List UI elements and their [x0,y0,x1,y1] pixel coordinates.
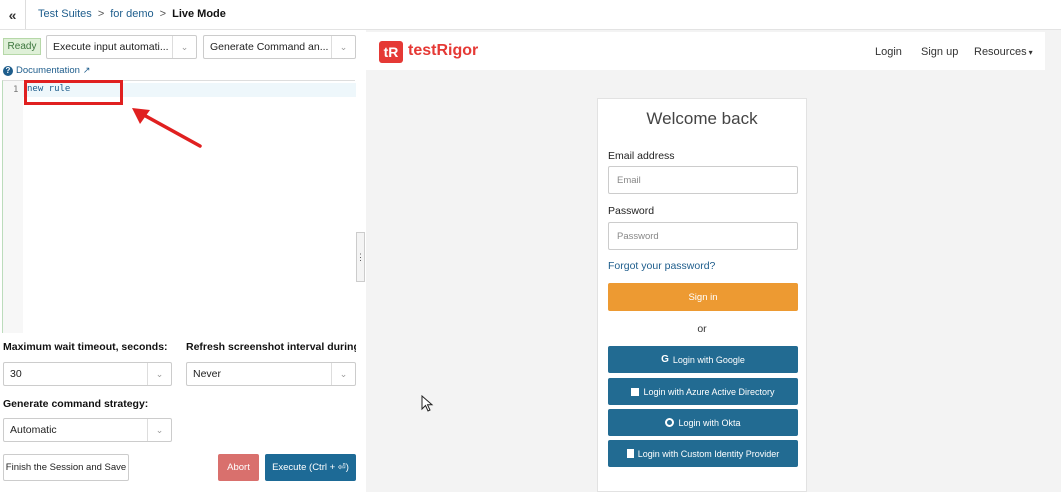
welcome-title: Welcome back [646,109,758,128]
chevron-down-icon: ⌄ [331,363,355,385]
max-wait-value: 30 [10,368,22,380]
collapse-sidebar-button[interactable]: « [0,0,26,29]
login-custom-label: Login with Custom Identity Provider [637,448,780,459]
external-link-icon: ↗ [82,65,91,75]
annotation-highlight-box [24,80,123,105]
documentation-link[interactable]: ? Documentation ↗ [3,65,90,76]
execution-mode-value: Execute input automati... [53,41,169,53]
breadcrumb-for-demo[interactable]: for demo [110,8,153,20]
nav-resources-label: Resources [974,46,1027,58]
strategy-value: Automatic [10,424,57,436]
abort-button[interactable]: Abort [218,454,259,481]
help-icon: ? [3,65,13,76]
or-divider: or [697,323,707,335]
nav-resources-dropdown[interactable]: Resources ▾ [974,46,1033,58]
preview-scrollbar[interactable] [1045,30,1061,492]
browser-preview: tR testRigor Login Sign up Resources ▾ We… [366,30,1061,492]
top-bar: « Test Suites > for demo > Live Mode [0,0,1061,30]
refresh-interval-label: Refresh screenshot interval during i... [186,341,356,353]
annotation-arrow-icon [132,108,202,148]
max-wait-label: Maximum wait timeout, seconds: [3,341,168,353]
login-azure-label: Login with Azure Active Directory [643,386,775,397]
logo-text: testRigor [408,42,479,59]
site-navbar: tR testRigor Login Sign up Resources ▾ [366,32,1045,70]
generate-command-value: Generate Command an... [210,41,329,53]
chevron-down-icon: ⌄ [147,363,171,385]
chevron-down-icon: ⌄ [147,419,171,441]
line-number: 1 [13,85,19,95]
sign-in-button[interactable]: Sign in [608,283,798,311]
password-label: Password [608,205,655,217]
testrigor-logo-icon: tR [379,41,403,63]
double-chevron-left-icon: « [8,6,17,23]
login-card: Welcome back Email address Password Forg… [597,98,807,492]
panel-resize-handle[interactable]: ⋮ [356,232,365,282]
chevron-down-icon: ⌄ [331,36,355,58]
strategy-select[interactable]: Automatic ⌄ [3,418,172,442]
breadcrumb-separator: > [97,8,105,20]
status-badge: Ready [3,38,41,55]
login-azure-button[interactable]: Login with Azure Active Directory [608,378,798,405]
refresh-interval-select[interactable]: Never ⌄ [186,362,356,386]
forgot-password-link[interactable]: Forgot your password? [608,260,715,272]
login-custom-idp-button[interactable]: Login with Custom Identity Provider [608,440,798,467]
execution-mode-select[interactable]: Execute input automati... ⌄ [46,35,197,59]
breadcrumb: Test Suites > for demo > Live Mode [38,8,226,20]
google-icon: G [661,354,669,365]
finish-session-button[interactable]: Finish the Session and Save [3,454,129,481]
login-google-button[interactable]: G Login with Google [608,346,798,373]
chevron-down-icon: ⌄ [172,36,196,58]
live-mode-panel: Ready Execute input automati... ⌄ Genera… [0,30,360,492]
documentation-label: Documentation [16,65,80,76]
login-google-label: Login with Google [672,354,745,365]
breadcrumb-test-suites[interactable]: Test Suites [38,8,92,20]
execute-button[interactable]: Execute (Ctrl + ⏎) [265,454,356,481]
windows-icon [631,387,640,396]
editor-gutter [3,81,23,333]
caret-down-icon: ▾ [1028,48,1033,57]
strategy-label: Generate command strategy: [3,398,149,410]
nav-signup-link[interactable]: Sign up [921,46,958,58]
refresh-interval-value: Never [193,368,222,380]
id-card-icon [626,449,634,458]
generate-command-select[interactable]: Generate Command an... ⌄ [203,35,356,59]
login-okta-label: Login with Okta [678,417,741,428]
password-input[interactable] [608,222,798,250]
email-label: Email address [608,150,675,162]
breadcrumb-separator: > [159,8,167,20]
okta-icon [665,418,675,427]
max-wait-select[interactable]: 30 ⌄ [3,362,172,386]
grip-icon: ⋮ [356,251,365,262]
email-input[interactable] [608,166,798,194]
mouse-cursor-icon [421,395,434,412]
nav-login-link[interactable]: Login [875,46,902,58]
breadcrumb-live-mode: Live Mode [172,8,226,20]
login-okta-button[interactable]: Login with Okta [608,409,798,436]
